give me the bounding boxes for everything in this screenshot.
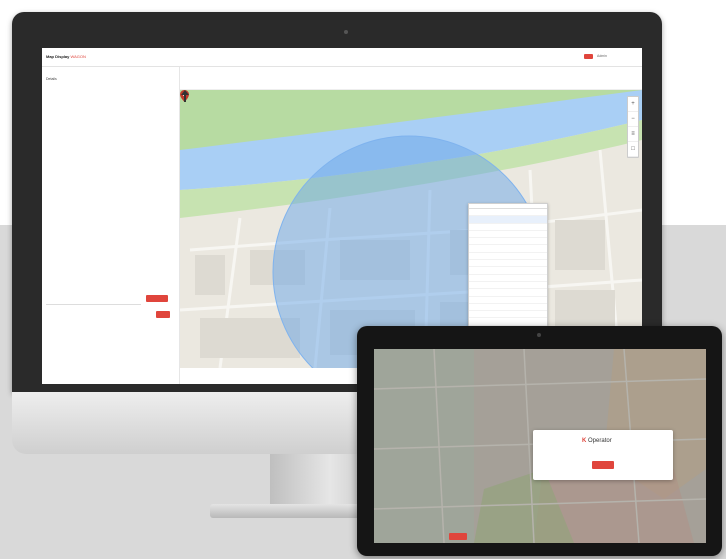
modal-confirm-button[interactable] (592, 461, 614, 469)
app-logo[interactable]: Map Display WAGON (46, 54, 86, 59)
popup-list-item[interactable] (469, 216, 547, 224)
tablet-camera (537, 333, 541, 337)
popup-list-item[interactable] (469, 253, 547, 261)
sidebar-search-button[interactable] (146, 295, 168, 302)
popup-list-item[interactable] (469, 311, 547, 319)
popup-list-item[interactable] (469, 318, 547, 326)
fullscreen-icon[interactable]: □ (628, 142, 638, 157)
tablet-screen: K Operator (374, 349, 706, 543)
tablet-footer-button[interactable] (449, 533, 467, 540)
popup-list-item[interactable] (469, 238, 547, 246)
modal-logo-text: Operator (588, 438, 612, 444)
map-toolbar (180, 67, 642, 90)
notification-badge[interactable] (584, 54, 593, 59)
zoom-out-icon[interactable]: − (628, 112, 638, 127)
sidebar-result-button[interactable] (156, 311, 170, 318)
popup-list-item[interactable] (469, 245, 547, 253)
app-header: Map Display WAGON Admin (42, 48, 642, 67)
sidebar: Details (42, 67, 180, 384)
sidebar-search-input[interactable] (46, 298, 141, 305)
popup-list-item[interactable] (469, 297, 547, 304)
layers-icon[interactable]: ≡ (628, 127, 638, 142)
app-title: Map Display (46, 54, 70, 59)
popup-list-item[interactable] (469, 282, 547, 290)
popup-list-item[interactable] (469, 275, 547, 282)
login-modal: K Operator (533, 430, 673, 480)
user-menu[interactable]: Admin (597, 54, 607, 58)
tablet-footer (374, 531, 706, 543)
zoom-in-icon[interactable]: + (628, 97, 638, 112)
popup-list-item[interactable] (469, 231, 547, 239)
popup-list-item[interactable] (469, 224, 547, 231)
map-cursor-icon (181, 90, 189, 102)
monitor-camera (344, 30, 348, 34)
popup-list-item[interactable] (469, 289, 547, 297)
modal-logo: K Operator (582, 438, 612, 444)
tablet-device: K Operator (357, 326, 722, 556)
brand-mark-icon: K (582, 438, 587, 444)
popup-list-item[interactable] (469, 209, 547, 217)
popup-list-item[interactable] (469, 267, 547, 275)
map-zoom-controls: + − ≡ □ (627, 96, 639, 158)
sidebar-section-label: Details (46, 77, 57, 81)
app-subtitle: WAGON (70, 54, 86, 59)
popup-list-item[interactable] (469, 260, 547, 268)
popup-list-item[interactable] (469, 304, 547, 312)
